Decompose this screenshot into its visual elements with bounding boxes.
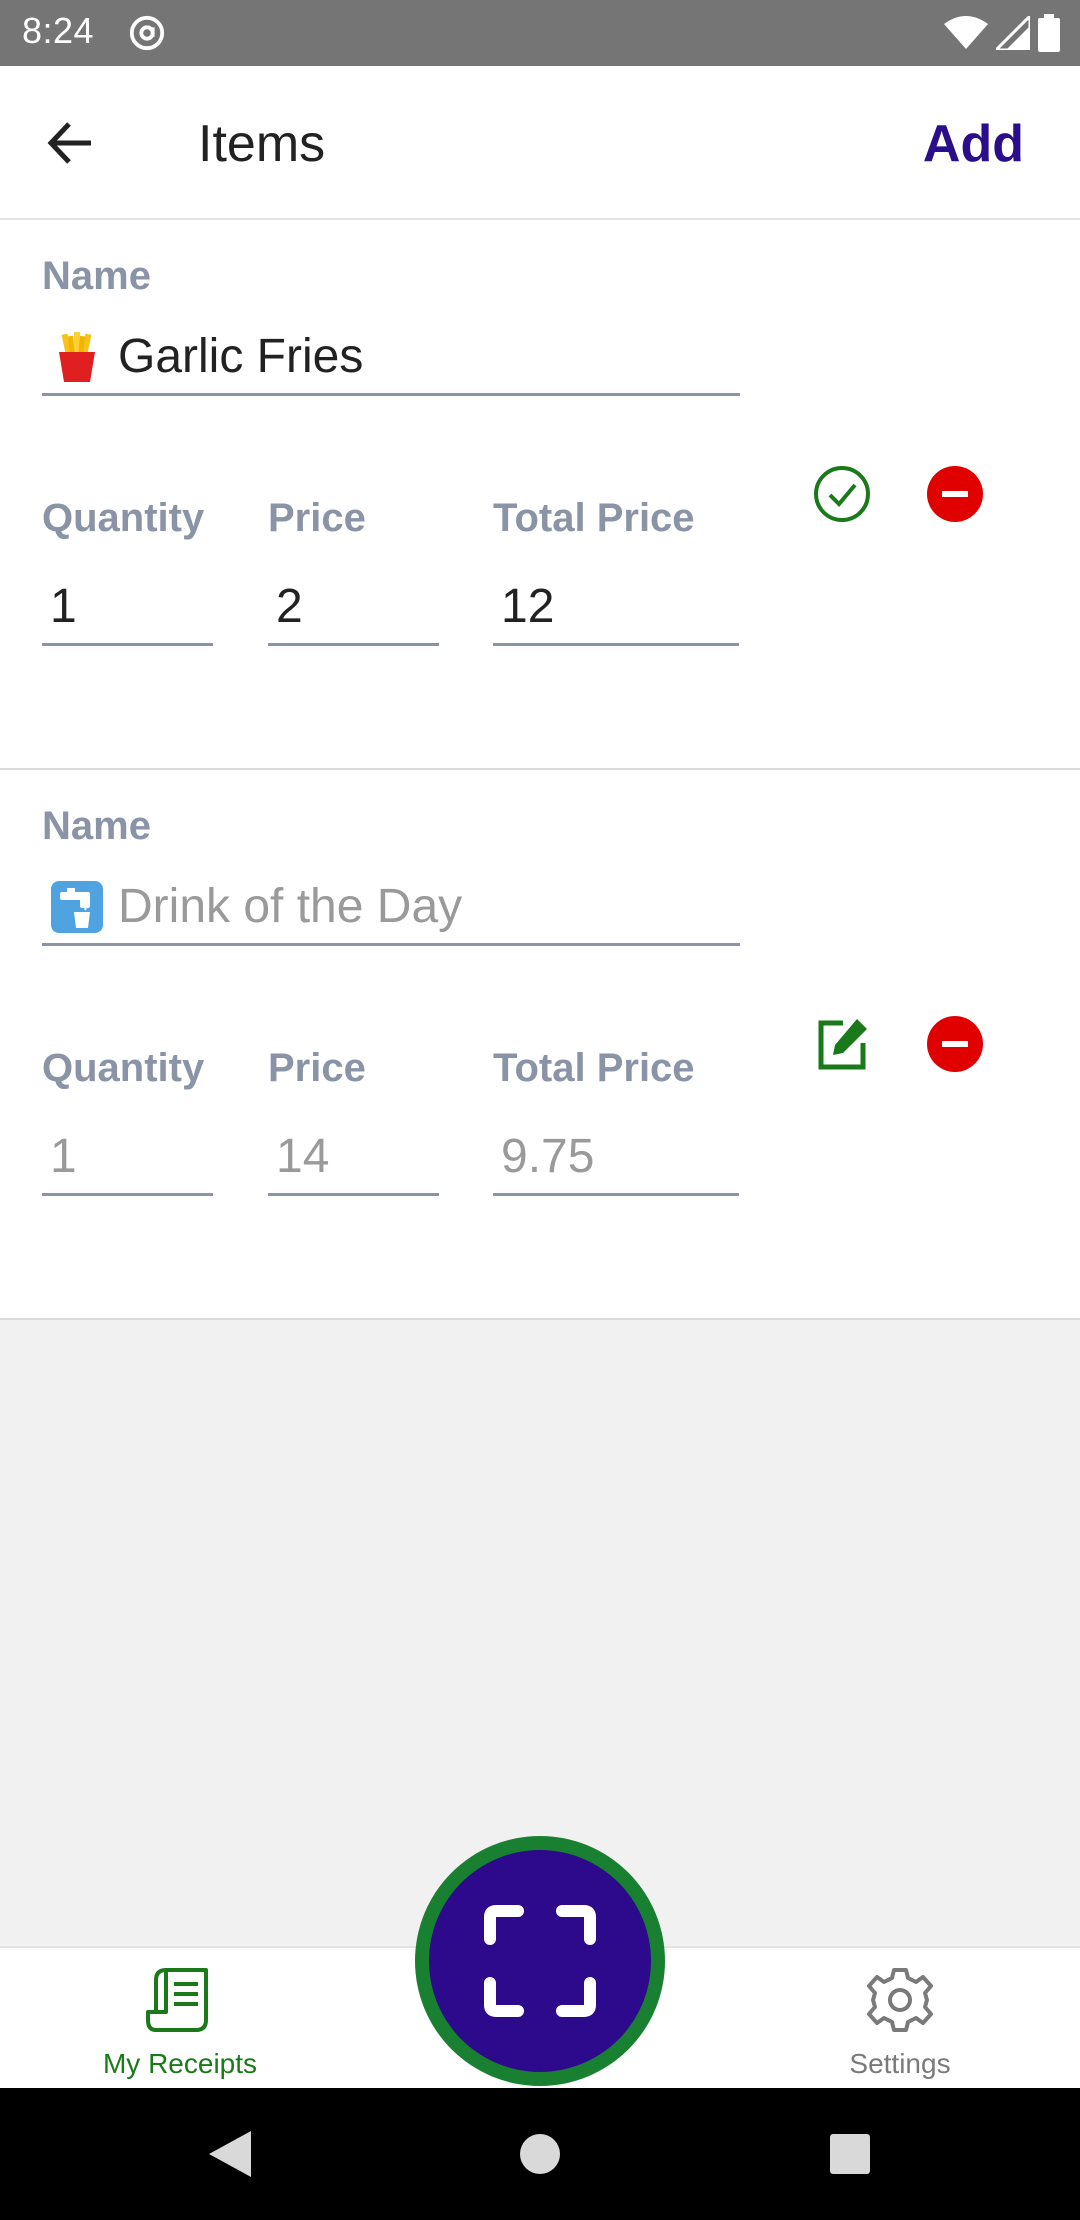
battery-icon <box>1038 14 1060 52</box>
price-label: Price <box>268 496 366 540</box>
edit-item-button[interactable] <box>810 1012 874 1076</box>
quantity-input[interactable]: 1 <box>42 570 213 646</box>
confirm-item-button[interactable] <box>810 462 874 526</box>
delete-item-button[interactable] <box>923 1012 987 1076</box>
square-recents-icon <box>830 2134 870 2174</box>
item-card: Name Drink of the Day Quantity Price Tot… <box>0 770 1080 1320</box>
minus-circle-icon <box>927 1016 983 1072</box>
wifi-icon <box>944 16 988 49</box>
price-value: 14 <box>276 1130 330 1183</box>
name-label: Name <box>42 804 151 848</box>
status-time: 8:24 <box>22 10 95 51</box>
check-circle-icon <box>814 466 870 522</box>
total-price-value: 9.75 <box>501 1130 595 1183</box>
back-button[interactable] <box>30 108 110 178</box>
total-price-label: Total Price <box>493 1046 695 1090</box>
minus-circle-icon <box>927 466 983 522</box>
app-bar: Items Add <box>0 66 1080 220</box>
total-price-input[interactable]: 9.75 <box>493 1120 739 1196</box>
name-label: Name <box>42 254 151 298</box>
system-recents-button[interactable] <box>820 2124 880 2184</box>
triangle-back-icon <box>209 2131 251 2177</box>
scan-button-inner <box>429 1850 651 2072</box>
item-name-value: Drink of the Day <box>118 880 463 933</box>
quantity-input[interactable]: 1 <box>42 1120 213 1196</box>
system-back-button[interactable] <box>200 2124 260 2184</box>
page-title: Items <box>198 115 326 173</box>
status-icons <box>944 14 1060 52</box>
tab-settings-label: Settings <box>849 2048 951 2079</box>
signal-icon <box>996 16 1030 50</box>
quantity-label: Quantity <box>42 1046 205 1090</box>
total-price-label: Total Price <box>493 496 695 540</box>
tab-settings[interactable]: Settings <box>770 1948 1030 2090</box>
quantity-label: Quantity <box>42 496 205 540</box>
tab-my-receipts-label: My Receipts <box>102 2048 258 2079</box>
at-sign-icon <box>129 15 165 51</box>
item-name-value: Garlic Fries <box>118 330 364 383</box>
scan-frame-icon <box>484 1905 596 2017</box>
system-navigation-bar <box>0 2088 1080 2220</box>
system-home-button[interactable] <box>510 2124 570 2184</box>
scan-receipt-button[interactable] <box>415 1836 665 2086</box>
gear-icon <box>867 1968 933 2032</box>
total-price-value: 12 <box>501 580 555 633</box>
item-card: Name Garlic Fries Quantity Price Total P… <box>0 220 1080 770</box>
price-input[interactable]: 2 <box>268 570 439 646</box>
add-item-button[interactable]: Add <box>923 114 1024 174</box>
quantity-value: 1 <box>50 580 77 633</box>
quantity-value: 1 <box>50 1130 77 1183</box>
arrow-left-icon <box>47 122 91 164</box>
receipt-icon <box>146 1968 208 2032</box>
circle-home-icon <box>520 2134 560 2174</box>
french-fries-icon <box>59 331 95 382</box>
item-name-input[interactable]: Garlic Fries <box>42 320 740 396</box>
price-label: Price <box>268 1046 366 1090</box>
delete-item-button[interactable] <box>923 462 987 526</box>
item-name-input[interactable]: Drink of the Day <box>42 870 740 946</box>
price-value: 2 <box>276 580 303 633</box>
water-tap-icon <box>51 880 103 933</box>
status-bar: 8:24 <box>0 0 1080 66</box>
price-input[interactable]: 14 <box>268 1120 439 1196</box>
total-price-input[interactable]: 12 <box>493 570 739 646</box>
edit-icon <box>818 1019 867 1070</box>
tab-my-receipts[interactable]: My Receipts <box>50 1948 310 2090</box>
